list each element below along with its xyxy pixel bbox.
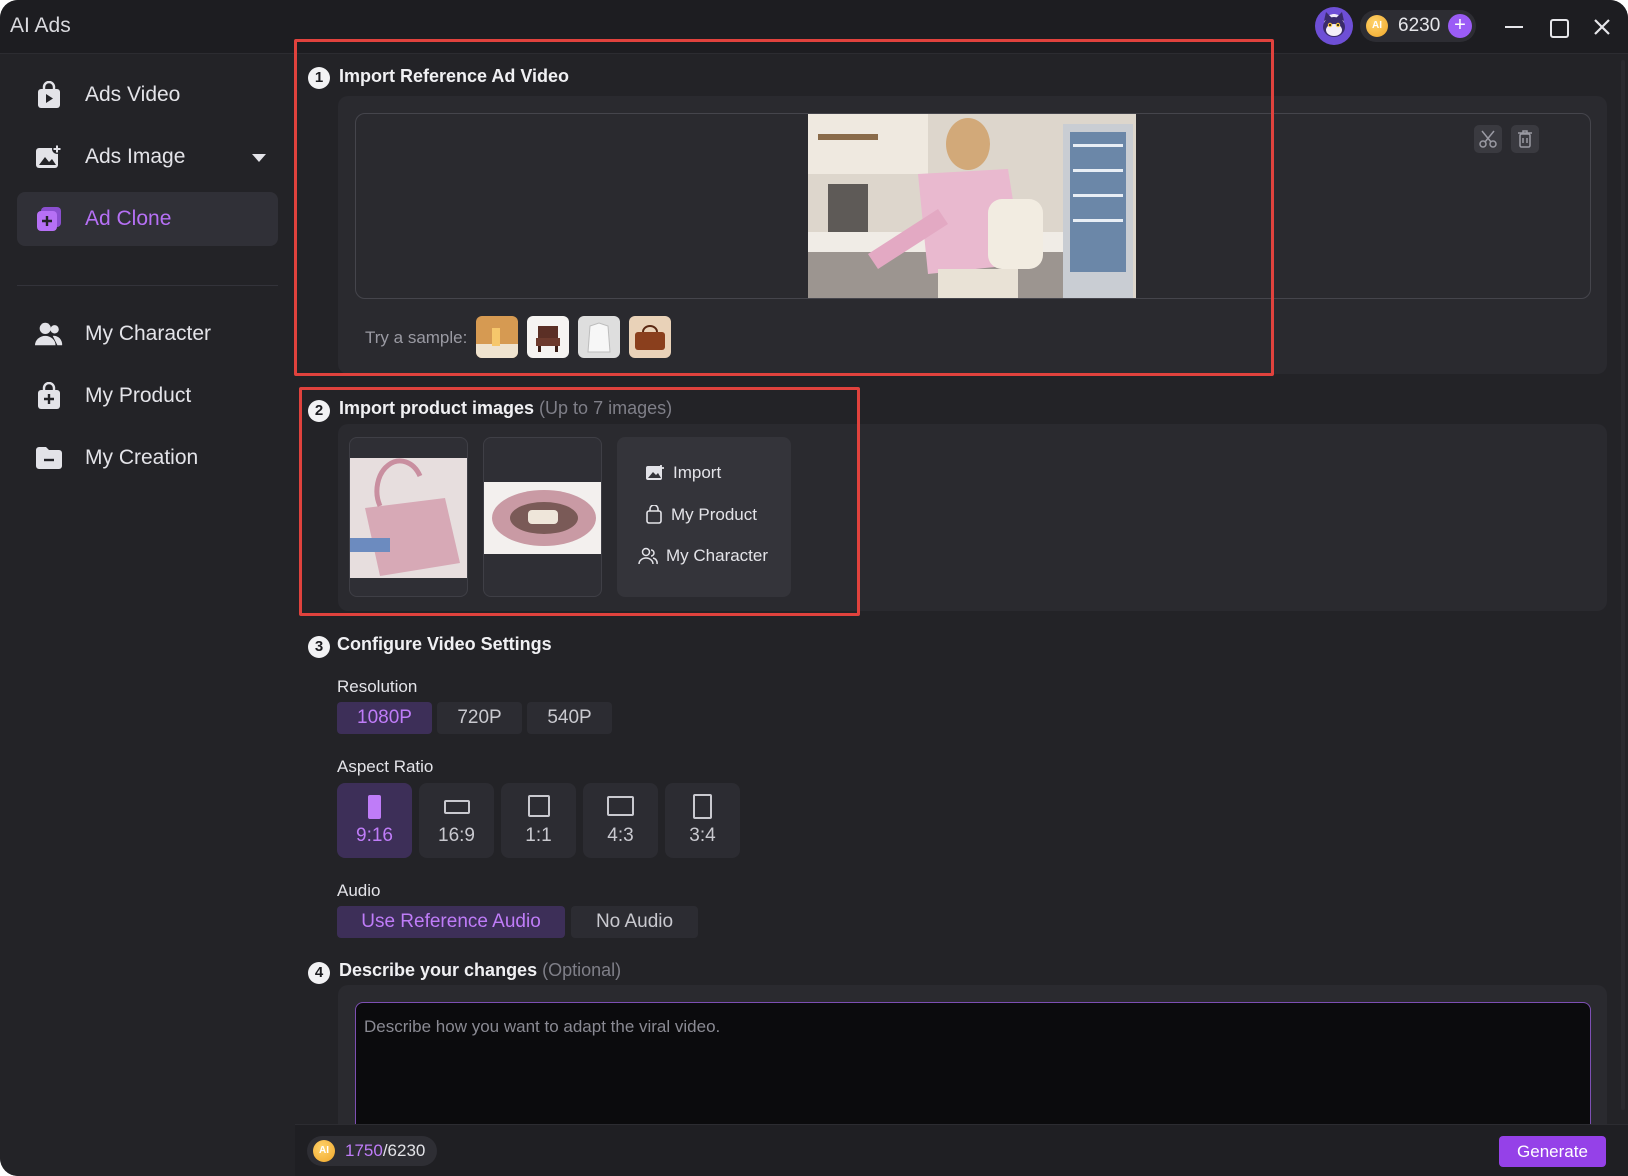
step-4-title-text: Describe your changes bbox=[339, 960, 538, 980]
aspect-ratio-1-1[interactable]: 1:1 bbox=[501, 783, 576, 858]
bottom-bar bbox=[295, 1124, 1628, 1176]
credit-balance[interactable]: AI 6230 + bbox=[1360, 10, 1476, 42]
aspect-ratio-label-text: 3:4 bbox=[689, 825, 716, 846]
close-icon bbox=[1594, 19, 1610, 35]
bag-icon bbox=[35, 382, 63, 410]
aspect-ratio-label-text: 1:1 bbox=[525, 825, 552, 846]
aspect-ratio-16-9[interactable]: 16:9 bbox=[419, 783, 494, 858]
sidebar-item-label: Ads Video bbox=[85, 83, 181, 106]
sidebar-item-label: Ad Clone bbox=[85, 207, 172, 230]
main-scrollbar[interactable] bbox=[1621, 60, 1625, 1110]
users-icon bbox=[35, 320, 63, 348]
scissors-icon bbox=[1479, 130, 1497, 148]
sidebar-item-label: Ads Image bbox=[85, 145, 186, 168]
user-avatar[interactable] bbox=[1315, 7, 1353, 45]
audio-none[interactable]: No Audio bbox=[571, 906, 698, 938]
aspect-ratio-4-3[interactable]: 4:3 bbox=[583, 783, 658, 858]
ai-coin-icon: AI bbox=[1366, 15, 1388, 37]
step-2-highlight-box bbox=[299, 387, 860, 616]
folder-icon bbox=[35, 444, 63, 472]
add-credits-button[interactable]: + bbox=[1448, 14, 1472, 38]
trim-video-button[interactable] bbox=[1474, 125, 1502, 153]
aspect-ratio-label-text: 4:3 bbox=[607, 825, 634, 846]
resolution-540p[interactable]: 540P bbox=[527, 702, 612, 734]
sidebar-item-ads-image[interactable]: Ads Image bbox=[17, 130, 278, 184]
aspect-ratio-label: Aspect Ratio bbox=[337, 757, 434, 776]
close-button[interactable] bbox=[1585, 10, 1619, 44]
clone-icon bbox=[35, 205, 63, 233]
resolution-720p[interactable]: 720P bbox=[437, 702, 522, 734]
audio-label: Audio bbox=[337, 881, 381, 900]
trash-icon bbox=[1518, 130, 1532, 148]
sidebar-item-label: My Creation bbox=[85, 446, 199, 469]
chevron-down-icon[interactable] bbox=[252, 154, 266, 162]
wide-ratio-icon bbox=[607, 796, 634, 816]
credit-cost: AI 1750/6230 bbox=[307, 1136, 437, 1166]
sidebar-item-label: My Product bbox=[85, 384, 192, 407]
aspect-ratio-9-16[interactable]: 9:16 bbox=[337, 783, 412, 858]
credit-cost-total: /6230 bbox=[382, 1141, 426, 1160]
sidebar-item-my-product[interactable]: My Product bbox=[17, 369, 278, 423]
image-add-icon bbox=[35, 143, 63, 171]
minimize-button[interactable] bbox=[1497, 10, 1531, 44]
portrait-ratio-icon bbox=[368, 795, 381, 819]
tall-ratio-icon bbox=[693, 794, 712, 819]
resolution-1080p[interactable]: 1080P bbox=[337, 702, 432, 734]
sidebar-item-my-character[interactable]: My Character bbox=[17, 307, 278, 361]
video-bag-icon bbox=[35, 81, 63, 109]
credit-count: 6230 bbox=[1398, 15, 1441, 36]
maximize-button[interactable] bbox=[1541, 10, 1575, 44]
sidebar-divider bbox=[17, 285, 278, 286]
aspect-ratio-label-text: 9:16 bbox=[356, 825, 393, 846]
sidebar-item-ads-video[interactable]: Ads Video bbox=[17, 68, 278, 122]
cat-avatar-icon bbox=[1323, 12, 1345, 37]
resolution-label: Resolution bbox=[337, 677, 418, 696]
delete-video-button[interactable] bbox=[1511, 125, 1539, 153]
step-4-title: Describe your changes (Optional) bbox=[339, 960, 621, 981]
aspect-ratio-3-4[interactable]: 3:4 bbox=[665, 783, 740, 858]
ai-coin-icon: AI bbox=[313, 1140, 335, 1162]
describe-changes-input[interactable] bbox=[355, 1002, 1591, 1132]
landscape-ratio-icon bbox=[444, 800, 470, 814]
step-1-highlight-box bbox=[294, 39, 1274, 376]
credit-cost-text: 1750/6230 bbox=[345, 1141, 425, 1161]
sidebar-item-my-creation[interactable]: My Creation bbox=[17, 431, 278, 485]
square-ratio-icon bbox=[528, 795, 550, 817]
sidebar-item-label: My Character bbox=[85, 322, 212, 345]
step-4-number: 4 bbox=[308, 962, 330, 984]
aspect-ratio-label-text: 16:9 bbox=[438, 825, 475, 846]
sidebar-item-ad-clone[interactable]: Ad Clone bbox=[17, 192, 278, 246]
step-3-number: 3 bbox=[308, 636, 330, 658]
credit-cost-used: 1750 bbox=[345, 1141, 383, 1160]
generate-button[interactable]: Generate bbox=[1499, 1136, 1606, 1167]
app-title: AI Ads bbox=[10, 14, 71, 37]
step-3-title: Configure Video Settings bbox=[337, 634, 552, 654]
step-4-hint: (Optional) bbox=[542, 960, 622, 980]
audio-use-reference[interactable]: Use Reference Audio bbox=[337, 906, 565, 938]
